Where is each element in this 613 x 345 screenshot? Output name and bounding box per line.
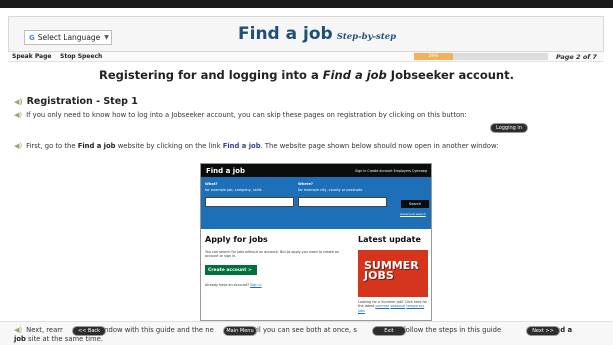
title-post: Jobseeker account. bbox=[386, 68, 514, 82]
p3-job: job bbox=[14, 335, 26, 343]
paragraph-1: ◀) If you only need to know how to log in… bbox=[14, 111, 467, 119]
chevron-down-icon: ▼ bbox=[104, 34, 109, 41]
p2-mid: website by clicking on the link bbox=[115, 142, 223, 150]
paragraph-1-text: If you only need to know how to log into… bbox=[26, 111, 467, 119]
speak-page-button[interactable]: Speak Page bbox=[12, 53, 51, 60]
screenshot-what-hint: for example job, company, skills bbox=[205, 188, 262, 192]
brand-subtitle: Step-by-step bbox=[336, 32, 397, 42]
screenshot-apply-text: You can search for jobs without an accou… bbox=[205, 250, 340, 259]
title-em: Find a job bbox=[322, 68, 387, 82]
screenshot-what-input bbox=[205, 197, 294, 207]
brand-name: Find a job bbox=[238, 24, 333, 44]
screenshot-advanced-link: Advanced search bbox=[400, 212, 426, 216]
next-button[interactable]: Next >> bbox=[527, 327, 559, 335]
screenshot-where-label: Where? bbox=[298, 182, 313, 186]
screenshot-latest-title: Latest update bbox=[358, 235, 421, 244]
logging-in-button[interactable]: Logging in bbox=[491, 124, 527, 132]
screenshot-where-input bbox=[298, 197, 387, 207]
p3-c: can follow the steps in this guide bbox=[388, 326, 502, 334]
p3-a: window with this guide and the ne bbox=[96, 326, 214, 334]
step-heading: ◀) Registration - Step 1 bbox=[14, 96, 138, 107]
promo-link-seasonal: seasonal bbox=[390, 304, 406, 309]
exit-button[interactable]: Exit bbox=[373, 327, 405, 335]
language-label: Select Language bbox=[37, 33, 101, 42]
title-pre: Registering for and logging into a bbox=[98, 68, 323, 82]
screenshot-what-label: What? bbox=[205, 182, 218, 186]
page-indicator: Page 2 of 7 bbox=[556, 53, 597, 61]
progress-bar: 29% bbox=[414, 53, 548, 60]
step-title: Registration - Step 1 bbox=[26, 96, 138, 107]
p3-pre: Next, rearr bbox=[26, 326, 63, 334]
main-menu-button[interactable]: Main Menu bbox=[224, 327, 256, 335]
progress-fill: 29% bbox=[414, 53, 453, 60]
speaker-icon[interactable]: ◀) bbox=[14, 142, 22, 150]
top-bar bbox=[0, 0, 613, 8]
find-a-job-link[interactable]: Find a job bbox=[223, 142, 261, 150]
screenshot-create-account-button: Create account > bbox=[205, 265, 257, 275]
screenshot-summer-jobs-banner: SUMMER JOBS bbox=[358, 250, 428, 297]
language-select[interactable]: G Select Language ▼ bbox=[24, 30, 112, 45]
screenshot-where-hint: for example city, county or postcode bbox=[298, 188, 363, 192]
screenshot-promo-text: Looking for a Summer job? Click here for… bbox=[358, 300, 430, 313]
screenshot-search-button: Search bbox=[401, 200, 429, 208]
website-screenshot: Find a job Sign in Create account Employ… bbox=[200, 163, 432, 321]
screenshot-signin-link: Sign in bbox=[250, 283, 262, 287]
p3-b: until you can see both at once, s bbox=[245, 326, 357, 334]
back-button[interactable]: << Back bbox=[73, 327, 105, 335]
page-title: Registering for and logging into a Find … bbox=[0, 68, 613, 82]
p3-f: site at the same time. bbox=[25, 335, 103, 343]
screenshot-links: Sign in Create account Employers Cymraeg bbox=[355, 169, 427, 173]
p2-post: . The website page shown below should no… bbox=[260, 142, 499, 150]
p2-pre: First, go to the bbox=[26, 142, 78, 150]
p2-bold: Find a job bbox=[77, 142, 116, 150]
screenshot-already: Already have an account? Sign in bbox=[205, 283, 262, 287]
speaker-icon[interactable]: ◀) bbox=[14, 98, 23, 106]
screenshot-logo: Find a job bbox=[206, 167, 245, 175]
speaker-icon[interactable]: ◀) bbox=[14, 326, 22, 334]
google-g-icon: G bbox=[29, 33, 35, 42]
promo-link-summer: summer bbox=[375, 304, 390, 309]
speaker-icon[interactable]: ◀) bbox=[14, 111, 22, 119]
screenshot-already-text: Already have an account? bbox=[205, 283, 249, 287]
stop-speech-button[interactable]: Stop Speech bbox=[60, 53, 102, 60]
screenshot-apply-title: Apply for jobs bbox=[205, 235, 268, 244]
brand-title: Find a job Step-by-step bbox=[238, 24, 396, 44]
paragraph-2: ◀) First, go to the Find a job website by… bbox=[14, 142, 498, 150]
